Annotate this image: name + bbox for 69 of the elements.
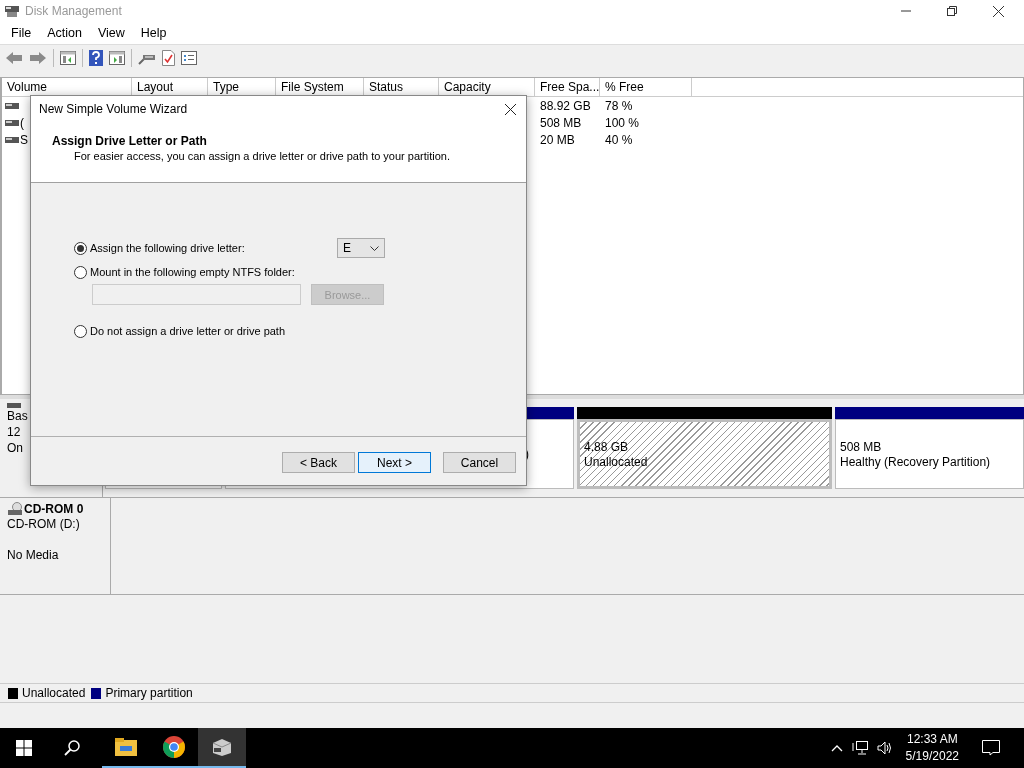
clock-date[interactable]: 5/19/2022: [905, 748, 959, 765]
table-cell: (: [20, 115, 24, 130]
menu-item[interactable]: File: [3, 24, 40, 42]
search-icon[interactable]: [64, 740, 80, 756]
folder-icon[interactable]: [115, 738, 137, 756]
cd-drive-icon: [7, 502, 23, 516]
partition-box[interactable]: 4.88 GB Unallocated: [577, 419, 832, 489]
table-cell: S: [20, 132, 28, 147]
option-label[interactable]: Mount in the following empty NTFS folder:: [90, 266, 295, 278]
disk-info: On: [7, 441, 24, 456]
partition-info: Healthy (Recovery Partition): [840, 454, 991, 469]
wizard-button[interactable]: Next >: [358, 452, 431, 473]
partition-info: Unallocated: [584, 454, 648, 469]
partition-info: 508 MB: [840, 439, 883, 454]
table-cell-text: 20 MB: [539, 132, 576, 147]
drive-icon: [5, 102, 19, 109]
radio-button[interactable]: [74, 265, 87, 279]
back-arrow-icon[interactable]: [5, 51, 23, 65]
disk-name: CD-ROM 0: [24, 502, 84, 516]
checked-document-icon[interactable]: [162, 50, 175, 66]
close-icon[interactable]: [505, 103, 516, 115]
column-header[interactable]: % Free: [600, 78, 692, 96]
app-icon: [4, 4, 20, 18]
disk-info: CD-ROM (D:): [7, 517, 81, 532]
radio-button[interactable]: [74, 241, 87, 255]
table-cell-text: 40 %: [604, 132, 634, 147]
disk-info: 12: [7, 425, 22, 440]
forward-arrow-icon[interactable]: [29, 51, 47, 65]
disk-info: Bas: [7, 409, 29, 424]
disk-management-icon[interactable]: [210, 737, 234, 757]
partition-info: 4.88 GB: [584, 439, 630, 454]
table-cell-text: 100 %: [604, 115, 641, 130]
drive-icon: [5, 136, 19, 143]
dialog-title: New Simple Volume Wizard: [39, 102, 188, 116]
disk-status: No Media: [7, 548, 60, 563]
clock-time[interactable]: 12:33 AM: [906, 731, 958, 748]
table-cell-text: 78 %: [604, 98, 634, 113]
browser-icon[interactable]: [163, 736, 185, 758]
restore-icon[interactable]: [947, 6, 957, 16]
partition-box[interactable]: 508 MB Healthy (Recovery Partition): [835, 419, 1024, 489]
network-icon[interactable]: [851, 741, 868, 755]
drive-letter-dropdown[interactable]: E: [337, 238, 385, 258]
legend-label: Primary partition: [105, 686, 193, 700]
chevron-up-icon[interactable]: [830, 744, 843, 752]
menu-item[interactable]: View: [89, 24, 133, 42]
radio-button[interactable]: [74, 324, 87, 338]
menu-item[interactable]: Help: [132, 24, 175, 42]
help-icon[interactable]: [89, 50, 103, 66]
speaker-icon[interactable]: [876, 741, 893, 755]
legend-label: Unallocated: [22, 686, 86, 700]
menu-item[interactable]: Action: [39, 24, 90, 42]
chevron-down-icon: [370, 245, 379, 251]
table-cell-text: 88.92 GB: [539, 98, 592, 113]
wizard-button[interactable]: < Back: [282, 452, 355, 473]
close-icon[interactable]: [993, 5, 1004, 17]
option-label[interactable]: Do not assign a drive letter or drive path: [90, 325, 286, 337]
start-icon[interactable]: [16, 740, 32, 756]
wizard-button[interactable]: Cancel: [443, 452, 516, 473]
option-label[interactable]: Assign the following drive letter:: [90, 242, 245, 254]
wizard-subtitle: For easier access, you can assign a drive letter or drive path to your partition.: [73, 150, 451, 162]
wizard-heading: Assign Drive Letter or Path: [52, 134, 208, 148]
window-title: Disk Management: [25, 4, 122, 18]
column-header[interactable]: Free Spa...: [535, 78, 600, 96]
list-window-icon[interactable]: [181, 51, 197, 65]
notification-icon[interactable]: [982, 740, 1000, 756]
table-cell-text: 508 MB: [539, 115, 583, 130]
drive-icon: [5, 119, 19, 126]
panel-icon[interactable]: [109, 51, 125, 65]
panel-icon[interactable]: [60, 51, 76, 65]
